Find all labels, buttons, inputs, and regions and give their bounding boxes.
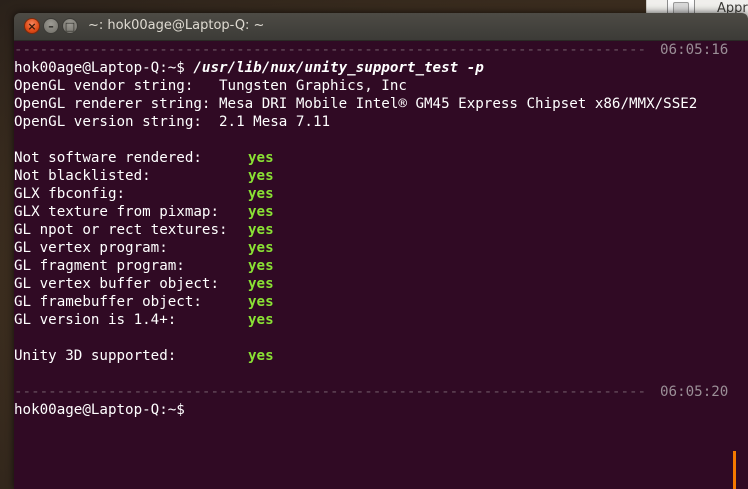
vendor-output: OpenGL vendor string: Tungsten Graphics,…	[14, 78, 407, 94]
check-value: yes	[248, 312, 274, 328]
terminal-output[interactable]: ----------------------------------------…	[14, 41, 748, 489]
check-value: yes	[248, 168, 274, 184]
check-row: GLX texture from pixmap: yes	[14, 203, 748, 221]
check-label: Not blacklisted:	[14, 168, 151, 184]
check-label: GL fragment program:	[14, 258, 185, 274]
check-row: GL version is 1.4+: yes	[14, 311, 748, 329]
window-title: ~: hok00age@Laptop-Q: ~	[88, 18, 265, 33]
check-row: GL vertex buffer object: yes	[14, 275, 748, 293]
check-label: GL vertex program:	[14, 240, 168, 256]
command-separator: ----------------------------------------…	[14, 41, 748, 59]
check-row: GL fragment program: yes	[14, 257, 748, 275]
maximize-icon: □	[64, 20, 76, 33]
check-value: yes	[248, 204, 274, 220]
unity-support-value: yes	[248, 348, 274, 364]
terminal-window: × – □ ~: hok00age@Laptop-Q: ~ ----------…	[14, 13, 748, 489]
check-value: yes	[248, 222, 274, 238]
terminal-lines: ----------------------------------------…	[14, 41, 748, 419]
check-row: Not software rendered: yes	[14, 149, 748, 167]
check-value: yes	[248, 186, 274, 202]
separator-dashes: ----------------------------------------…	[14, 42, 648, 58]
check-value: yes	[248, 240, 274, 256]
command-text: /usr/lib/nux/unity_support_test -p	[193, 60, 484, 76]
check-label: GLX fbconfig:	[14, 186, 126, 202]
check-label: GL version is 1.4+:	[14, 312, 177, 328]
check-label: GL framebuffer object:	[14, 294, 202, 310]
unity-support-row: Unity 3D supported: yes	[14, 347, 748, 365]
check-row: GL npot or rect textures: yes	[14, 221, 748, 239]
current-prompt: hok00age@Laptop-Q:~$	[14, 402, 185, 418]
version-output: OpenGL version string: 2.1 Mesa 7.11	[14, 114, 331, 130]
command-line: hok00age@Laptop-Q:~$ /usr/lib/nux/unity_…	[14, 59, 748, 77]
check-label: GL npot or rect textures:	[14, 222, 228, 238]
check-label: GLX texture from pixmap:	[14, 204, 219, 220]
window-titlebar[interactable]: × – □ ~: hok00age@Laptop-Q: ~	[14, 13, 748, 41]
close-window-button[interactable]: ×	[24, 18, 40, 34]
minimize-window-button[interactable]: –	[43, 18, 59, 34]
renderer-output: OpenGL renderer string: Mesa DRI Mobile …	[14, 96, 698, 112]
check-value: yes	[248, 294, 274, 310]
check-value: yes	[248, 258, 274, 274]
maximize-window-button[interactable]: □	[62, 18, 78, 34]
close-icon: ×	[27, 20, 37, 33]
check-label: Not software rendered:	[14, 150, 202, 166]
unity-support-label: Unity 3D supported:	[14, 348, 177, 364]
check-row: GLX fbconfig: yes	[14, 185, 748, 203]
minimize-icon: –	[48, 20, 54, 33]
separator-dashes: ----------------------------------------…	[14, 384, 648, 400]
separator-timestamp: 06:05:20	[660, 384, 729, 400]
command-separator: ----------------------------------------…	[14, 383, 748, 401]
terminal-scrollbar[interactable]	[733, 451, 736, 489]
check-row: Not blacklisted: yes	[14, 167, 748, 185]
check-value: yes	[248, 150, 274, 166]
check-value: yes	[248, 276, 274, 292]
check-label: GL vertex buffer object:	[14, 276, 219, 292]
separator-timestamp: 06:05:16	[660, 42, 729, 58]
check-row: GL vertex program: yes	[14, 239, 748, 257]
check-row: GL framebuffer object: yes	[14, 293, 748, 311]
